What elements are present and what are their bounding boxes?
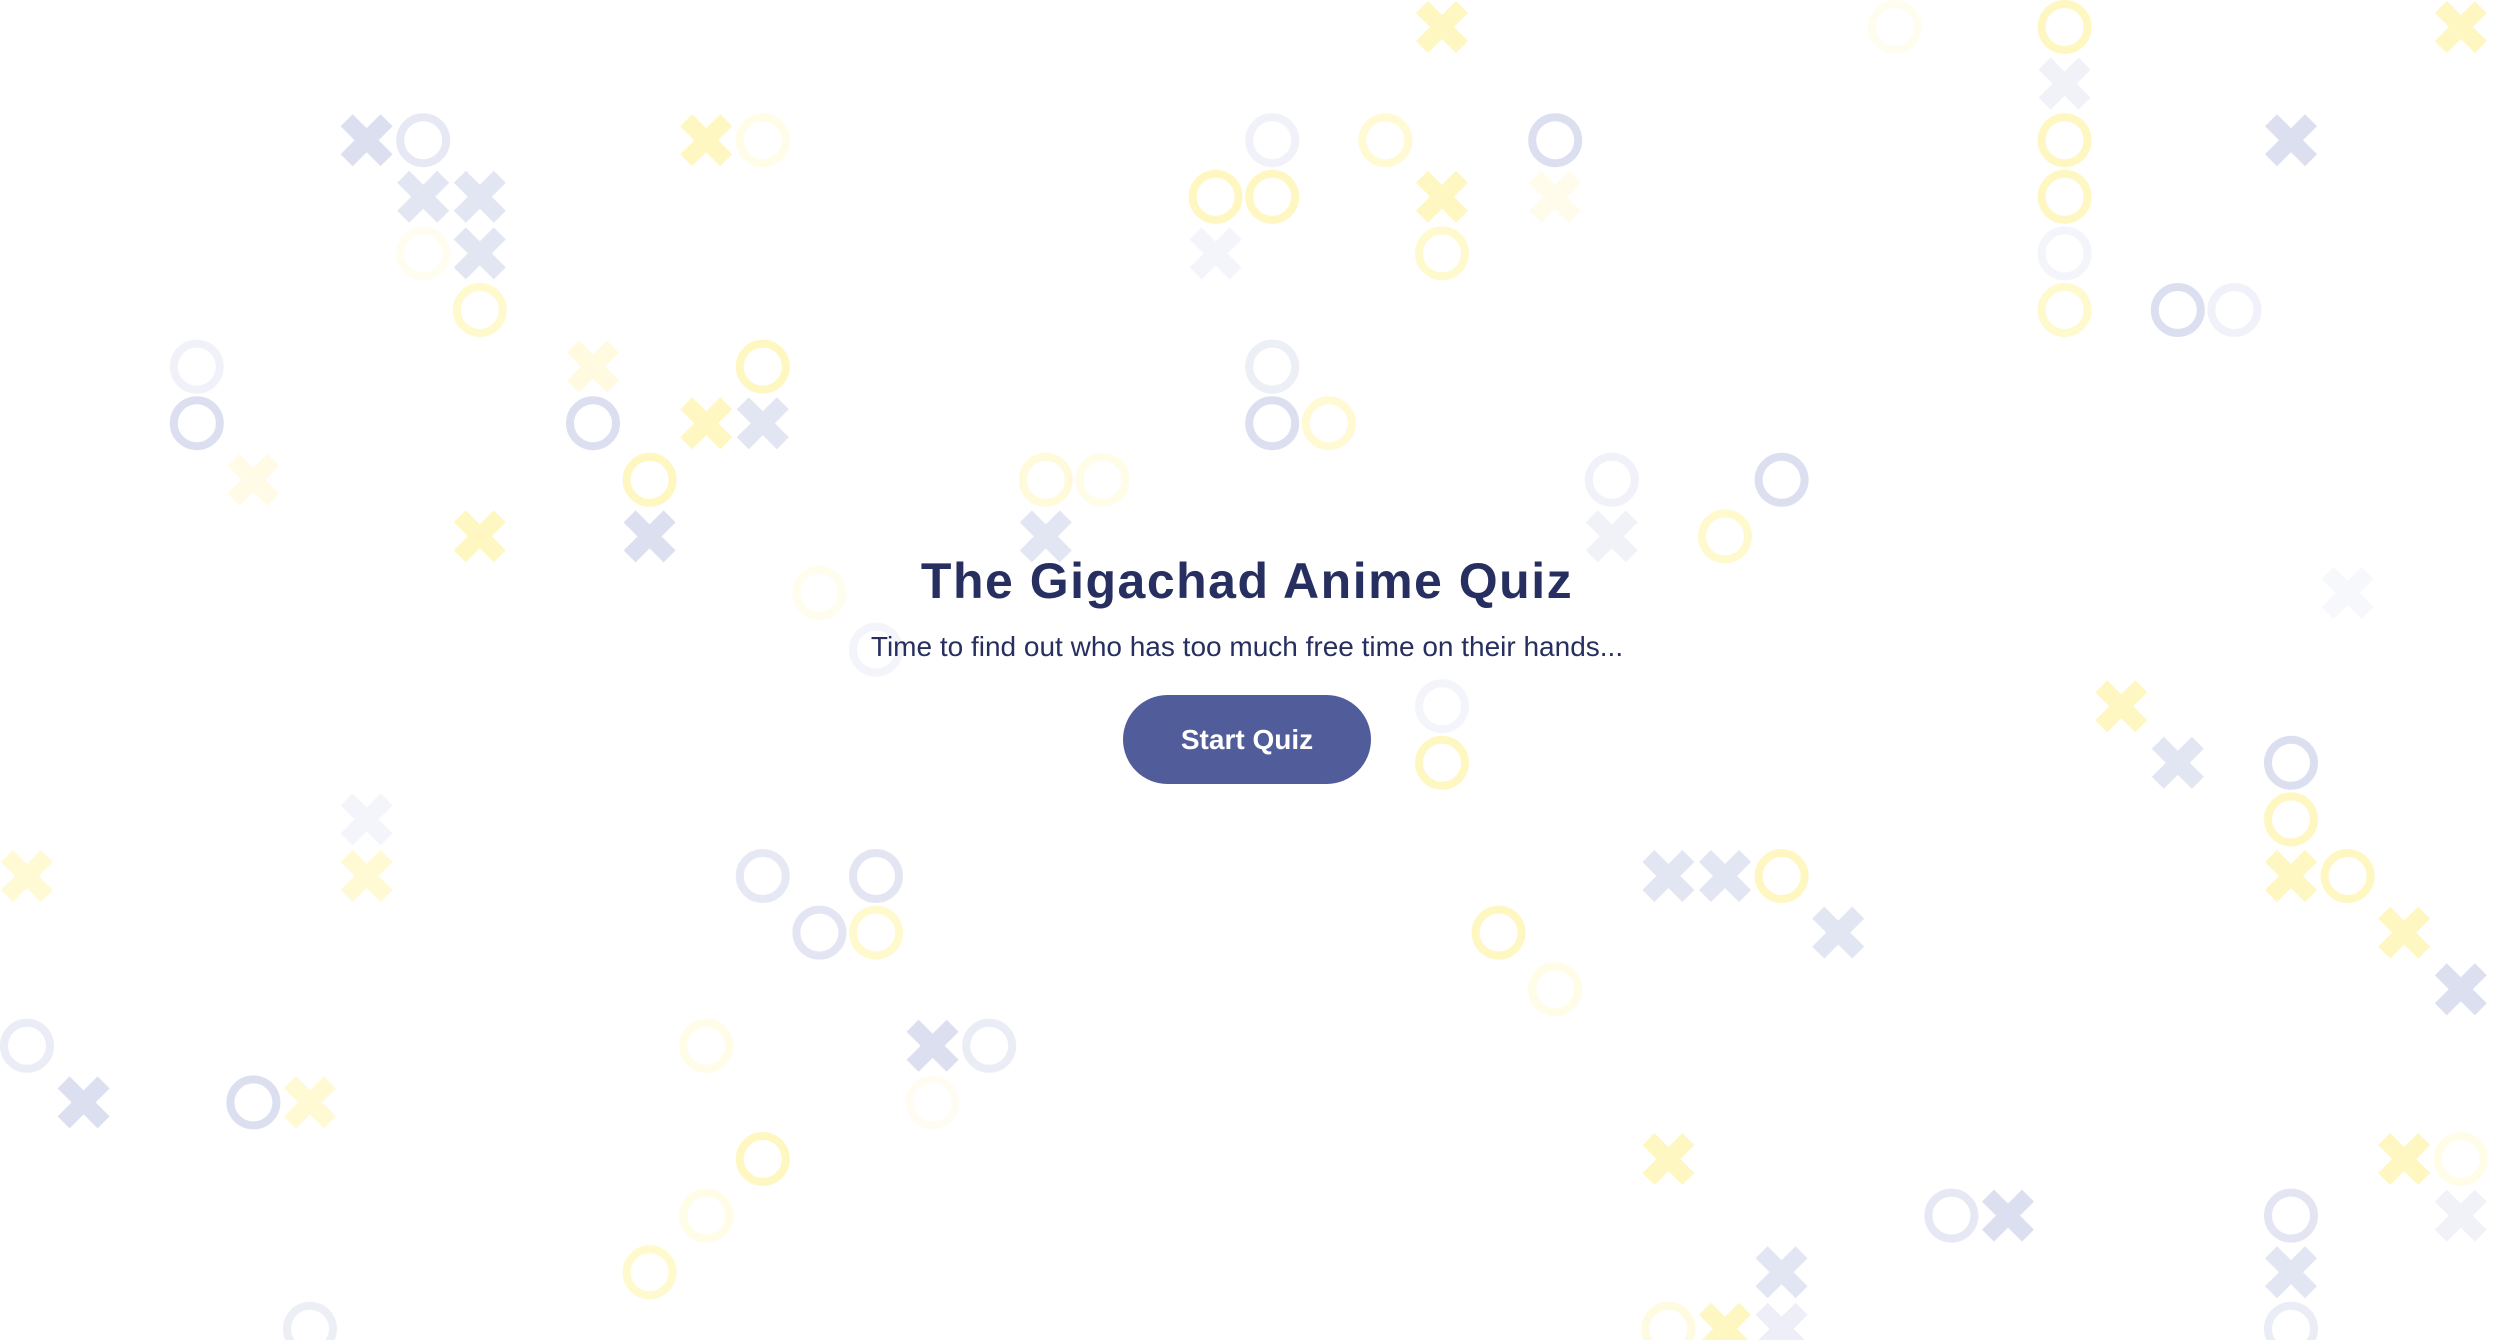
o-mark-icon	[679, 1018, 734, 1073]
x-mark-icon	[1698, 849, 1752, 903]
o-mark-icon	[1754, 849, 1809, 903]
x-mark-icon	[283, 1076, 337, 1129]
page-subtitle: Time to find out who has too much free t…	[870, 631, 1624, 662]
o-mark-icon	[2320, 849, 2375, 903]
o-mark-icon	[622, 452, 677, 507]
x-mark-icon	[1415, 0, 1469, 54]
o-mark-icon	[396, 226, 451, 281]
o-mark-icon	[1245, 396, 1300, 451]
x-mark-icon	[2264, 1246, 2318, 1299]
x-mark-icon	[1415, 170, 1469, 223]
o-mark-icon	[2037, 113, 2092, 168]
x-mark-icon	[227, 453, 280, 506]
o-mark-icon	[622, 1245, 677, 1300]
o-mark-icon	[169, 339, 224, 394]
x-mark-icon	[340, 849, 393, 903]
o-mark-icon	[2433, 1132, 2488, 1186]
o-mark-icon	[1584, 452, 1639, 507]
o-mark-icon	[2264, 1188, 2318, 1243]
o-mark-icon	[566, 396, 620, 451]
x-mark-icon	[453, 170, 506, 223]
o-mark-icon	[1867, 0, 1922, 54]
x-mark-icon	[1698, 1302, 1752, 1340]
o-mark-icon	[2037, 169, 2092, 224]
o-mark-icon	[2037, 0, 2092, 54]
o-mark-icon	[1245, 169, 1300, 224]
o-mark-icon	[1018, 452, 1073, 507]
o-mark-icon	[2264, 1301, 2318, 1340]
o-mark-icon	[1358, 113, 1413, 168]
x-mark-icon	[680, 397, 733, 450]
o-mark-icon	[1301, 396, 1356, 451]
o-mark-icon	[679, 1188, 734, 1243]
o-mark-icon	[283, 1301, 337, 1340]
start-quiz-button[interactable]: Start Quiz	[1123, 695, 1371, 784]
o-mark-icon	[1245, 113, 1300, 168]
o-mark-icon	[849, 849, 903, 903]
x-mark-icon	[1755, 1302, 1808, 1340]
o-mark-icon	[1245, 339, 1300, 394]
x-mark-icon	[1981, 1189, 2035, 1242]
o-mark-icon	[849, 905, 903, 960]
o-mark-icon	[1471, 905, 1526, 960]
x-mark-icon	[566, 340, 620, 393]
o-mark-icon	[1188, 169, 1243, 224]
o-mark-icon	[1924, 1188, 1979, 1243]
x-mark-icon	[2264, 849, 2318, 903]
x-mark-icon	[0, 849, 54, 903]
x-mark-icon	[340, 793, 393, 846]
x-mark-icon	[1755, 1246, 1808, 1299]
x-mark-icon	[340, 114, 393, 167]
o-mark-icon	[2264, 792, 2318, 847]
x-mark-icon	[736, 397, 789, 450]
x-mark-icon	[2434, 0, 2487, 54]
x-mark-icon	[2264, 114, 2318, 167]
x-mark-icon	[453, 227, 506, 280]
x-mark-icon	[2434, 1189, 2487, 1242]
o-mark-icon	[792, 905, 847, 960]
x-mark-icon	[2038, 57, 2091, 110]
x-mark-icon	[906, 1019, 959, 1072]
o-mark-icon	[226, 1075, 281, 1130]
o-mark-icon	[2207, 283, 2262, 337]
o-mark-icon	[1528, 962, 1583, 1017]
o-mark-icon	[1528, 113, 1583, 168]
o-mark-icon	[1415, 226, 1469, 281]
o-mark-icon	[735, 849, 790, 903]
o-mark-icon	[735, 113, 790, 168]
o-mark-icon	[735, 1132, 790, 1186]
o-mark-icon	[169, 396, 224, 451]
page-title: The Gigachad Anime Quiz	[920, 553, 1574, 609]
o-mark-icon	[0, 1018, 54, 1073]
x-mark-icon	[1189, 227, 1242, 280]
x-mark-icon	[397, 170, 450, 223]
o-mark-icon	[1075, 452, 1130, 507]
o-mark-icon	[1641, 1301, 1696, 1340]
x-mark-icon	[57, 1076, 110, 1129]
x-mark-icon	[1529, 170, 1582, 223]
o-mark-icon	[2037, 283, 2092, 337]
o-mark-icon	[735, 339, 790, 394]
o-mark-icon	[905, 1075, 960, 1130]
hero-section: The Gigachad Anime Quiz Time to find out…	[0, 545, 2494, 784]
x-mark-icon	[1642, 1132, 1695, 1186]
x-mark-icon	[680, 114, 733, 167]
o-mark-icon	[2150, 283, 2205, 337]
o-mark-icon	[396, 113, 451, 168]
o-mark-icon	[2037, 226, 2092, 281]
o-mark-icon	[962, 1018, 1017, 1073]
x-mark-icon	[2378, 906, 2431, 959]
x-mark-icon	[2434, 963, 2487, 1016]
x-mark-icon	[1642, 849, 1695, 903]
x-mark-icon	[1812, 906, 1865, 959]
o-mark-icon	[452, 283, 507, 337]
o-mark-icon	[1754, 452, 1809, 507]
x-mark-icon	[2378, 1132, 2431, 1186]
